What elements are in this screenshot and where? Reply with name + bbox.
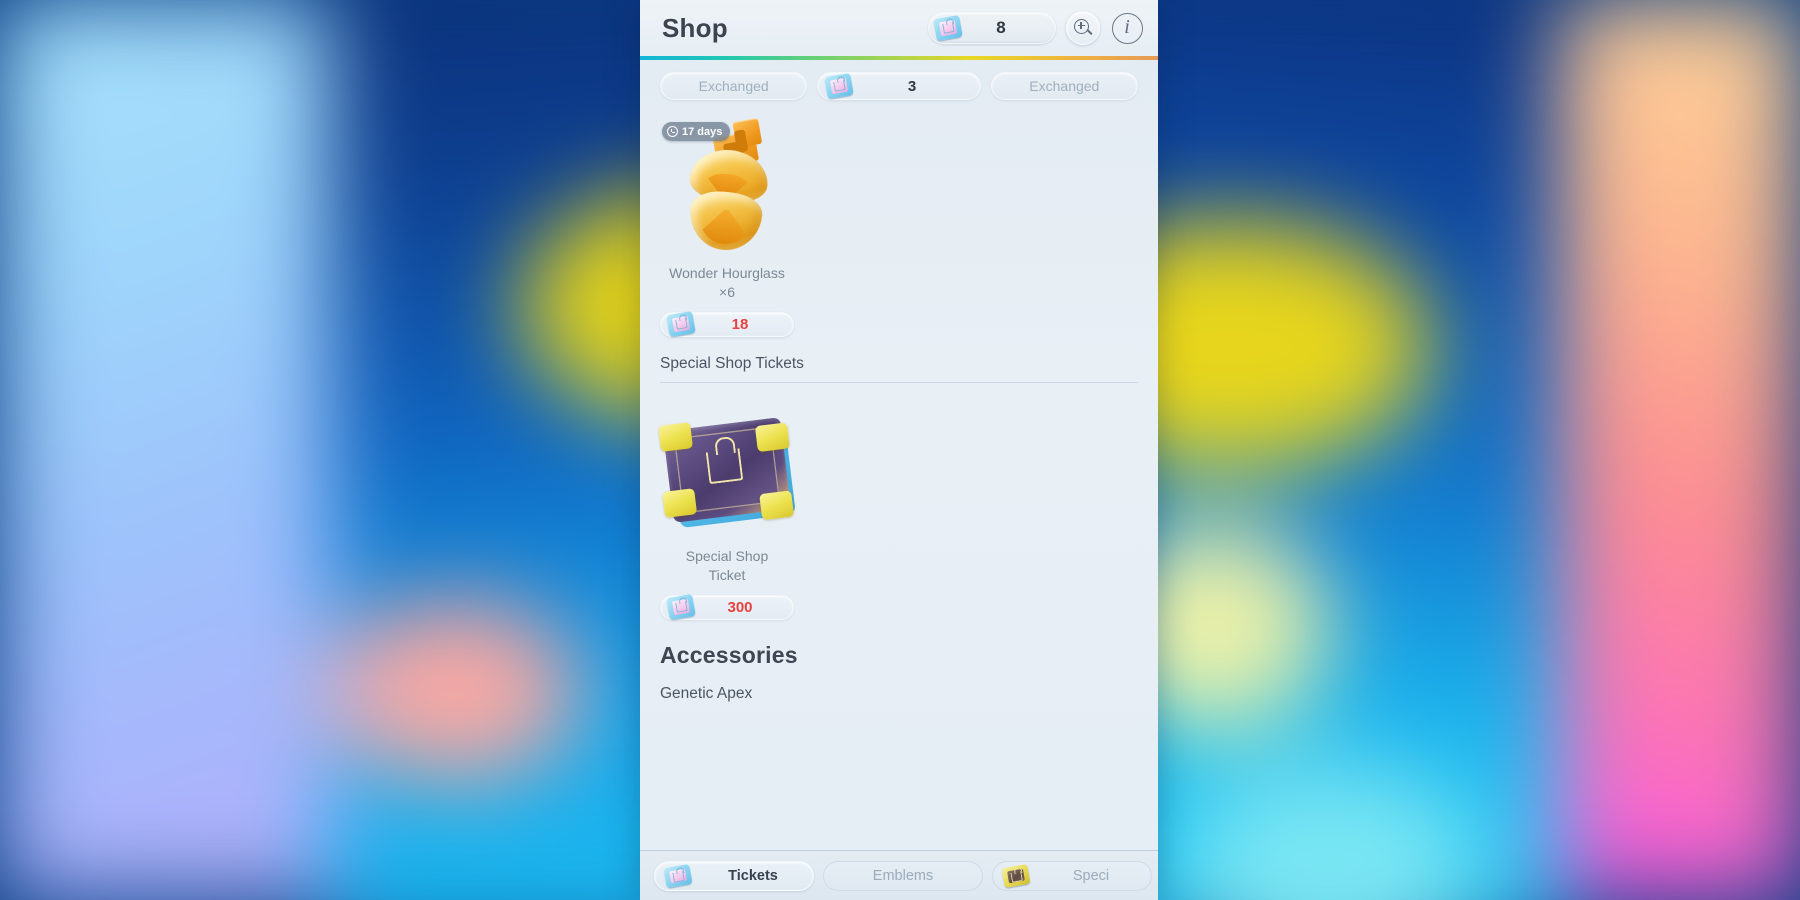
clock-icon [667,126,678,137]
shop-ticket-icon [824,72,855,100]
tab-emblems-label: Emblems [872,867,934,884]
tab-tickets-label: Tickets [728,867,778,884]
shop-item-wonder-hourglass[interactable]: 17 days Wonder Hourglass ×6 18 [660,100,794,338]
info-button[interactable]: i [1110,11,1144,45]
shop-header: Shop 8 i [640,0,1158,56]
shop-ticket-icon [666,311,696,338]
item-price-value: 300 [727,598,753,616]
shop-ticket-icon [666,593,696,621]
exchange-amount: 3 [907,77,917,95]
item-quantity: ×6 [719,283,735,300]
header-actions: 8 i [928,11,1144,45]
bottom-tab-bar: Tickets Emblems Speci [640,850,1158,900]
magnifier-plus-icon [1073,18,1093,38]
item-price-button[interactable]: 300 [660,593,794,621]
exchanged-label-right: Exchanged [1029,78,1100,94]
item-price-button[interactable]: 18 [660,311,794,338]
item-name-line2: Ticket [708,566,746,583]
info-circle-icon: i [1111,12,1143,44]
item-price-value: 18 [731,315,749,333]
duration-badge: 17 days [662,122,731,141]
tab-emblems[interactable]: Emblems [823,860,983,891]
shop-ticket-icon [933,14,963,42]
item-name-line1: Special Shop [685,547,769,564]
tab-special-label: Speci [1072,867,1110,884]
item-name: Wonder Hourglass ×6 [660,264,794,302]
shop-panel: Shop 8 i Exchanged 3 Exchanged 17 days W… [640,0,1158,900]
exchanged-button-left[interactable]: Exchanged [660,72,808,100]
shop-ticket-icon [663,863,693,888]
exchanged-label-left: Exchanged [698,78,769,94]
background-blob-pink [330,600,580,780]
shop-item-special-shop-ticket[interactable]: Special Shop Ticket 300 [658,383,796,621]
special-ticket-gold-icon [1001,863,1031,888]
special-shop-ticket-icon [658,416,796,528]
exchange-balance[interactable]: 3 [817,72,981,100]
item-name-text: Wonder Hourglass [669,265,785,281]
shop-scroll-body[interactable]: Exchanged 3 Exchanged 17 days Wonder Hou… [640,60,1158,850]
duration-badge-label: 17 days [682,125,723,138]
tab-tickets[interactable]: Tickets [654,860,814,891]
section-heading-accessories: Accessories [660,641,798,668]
section-heading-special-shop-tickets: Special Shop Tickets [660,337,1138,383]
currency-balance[interactable]: 8 [928,12,1056,44]
item-name: Special Shop Ticket [660,547,794,585]
section-heading-genetic-apex: Genetic Apex [660,684,753,702]
page-title: Shop [662,12,728,43]
tab-special[interactable]: Speci [992,860,1152,891]
exchanged-button-right[interactable]: Exchanged [990,72,1138,100]
currency-amount: 8 [996,18,1006,37]
search-button[interactable] [1066,11,1100,45]
item-artwork [658,395,796,545]
exchange-row: Exchanged 3 Exchanged [660,60,1138,100]
